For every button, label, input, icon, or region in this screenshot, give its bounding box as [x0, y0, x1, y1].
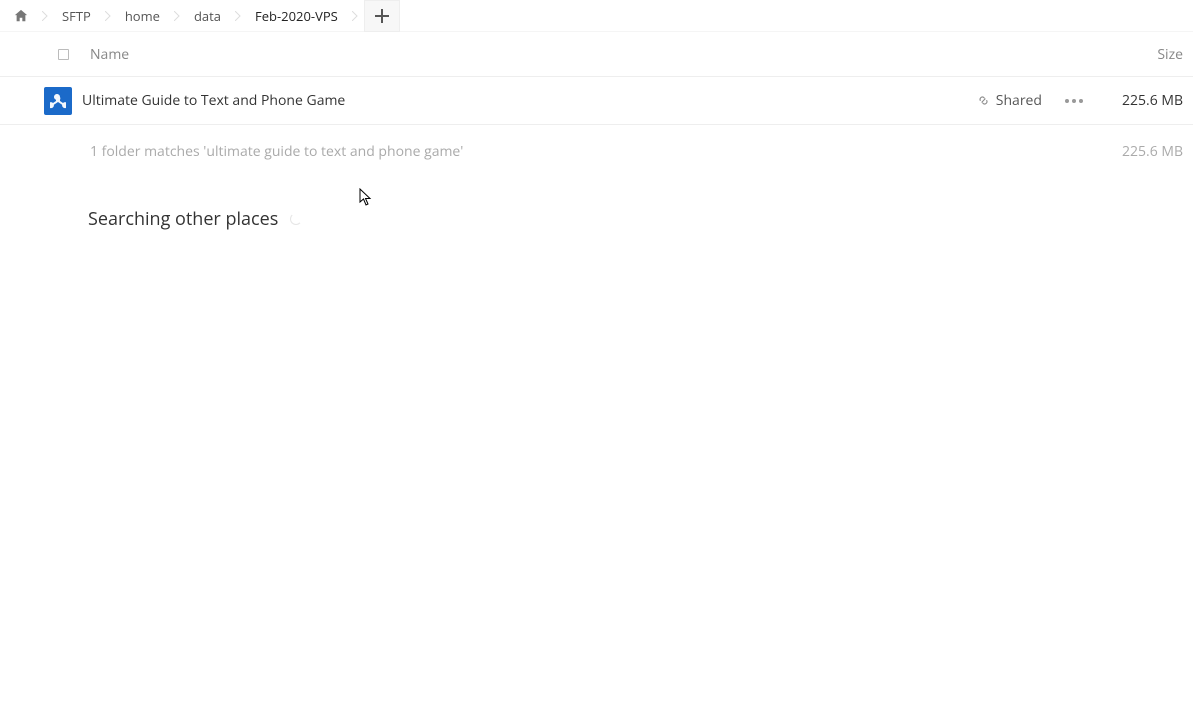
search-summary-size: 225.6 MB [1122, 142, 1183, 161]
select-all-checkbox[interactable] [58, 49, 69, 60]
file-size: 225.6 MB [1118, 91, 1183, 110]
chevron-right-icon [350, 11, 360, 21]
file-row[interactable]: Ultimate Guide to Text and Phone Game Sh… [0, 77, 1193, 125]
add-button[interactable] [364, 0, 400, 32]
chevron-right-icon [233, 11, 243, 21]
chevron-right-icon [103, 11, 113, 21]
breadcrumb-item-sftp[interactable]: SFTP [50, 0, 103, 31]
spinner-icon [290, 213, 302, 225]
search-summary: 1 folder matches 'ultimate guide to text… [0, 131, 1193, 171]
file-name[interactable]: Ultimate Guide to Text and Phone Game [82, 91, 977, 110]
more-actions-button[interactable] [1060, 87, 1088, 115]
home-icon[interactable] [2, 0, 40, 31]
breadcrumb-item-data[interactable]: data [182, 0, 233, 31]
searching-other-places: Searching other places [0, 171, 1193, 231]
chevron-right-icon [40, 11, 50, 21]
link-icon [977, 94, 990, 107]
column-header-size[interactable]: Size [1157, 45, 1183, 64]
column-header-name[interactable]: Name [90, 45, 1157, 64]
search-summary-text: 1 folder matches 'ultimate guide to text… [90, 142, 1122, 161]
searching-label: Searching other places [88, 207, 278, 231]
breadcrumb: SFTP home data Feb-2020-VPS [0, 0, 1193, 32]
chevron-right-icon [172, 11, 182, 21]
shared-indicator[interactable]: Shared [977, 91, 1042, 110]
folder-shared-icon [44, 87, 72, 115]
column-header-row: Name Size [0, 32, 1193, 77]
breadcrumb-item-current[interactable]: Feb-2020-VPS [243, 0, 350, 31]
breadcrumb-item-home[interactable]: home [113, 0, 172, 31]
shared-label: Shared [996, 91, 1042, 110]
